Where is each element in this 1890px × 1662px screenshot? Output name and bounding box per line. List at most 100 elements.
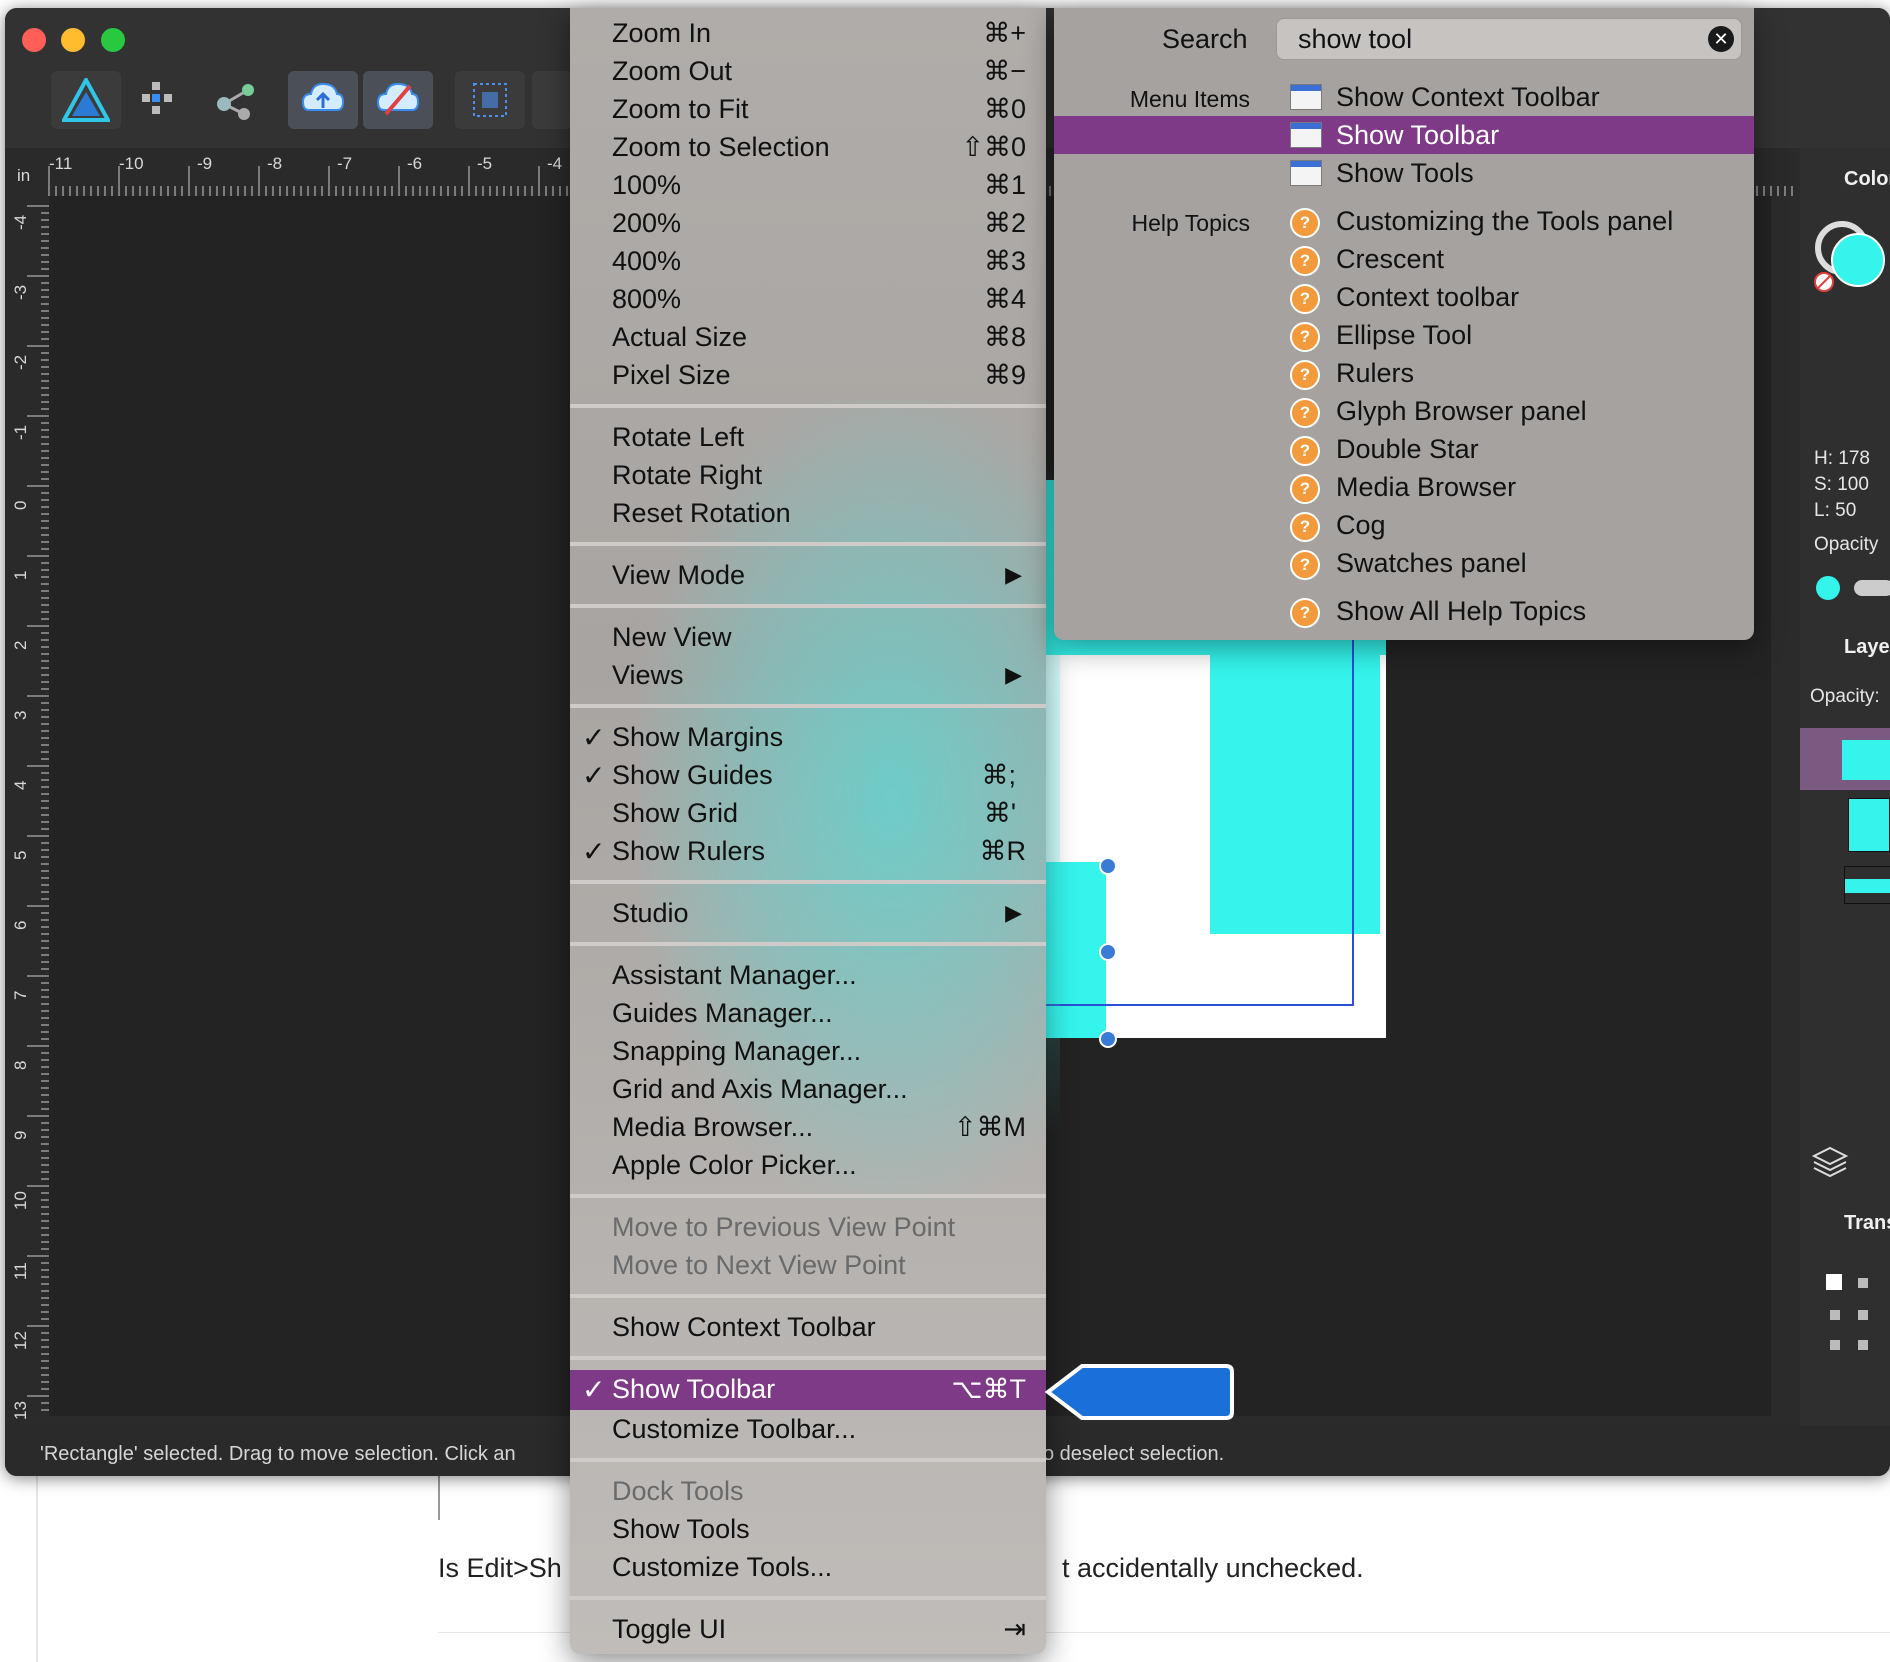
ruler-ticks-vertical: [27, 205, 49, 1411]
search-result-help-topic[interactable]: ? Ellipse Tool: [1054, 316, 1754, 354]
selection-outline: [1040, 640, 1354, 1006]
search-result-help-topic[interactable]: ? Crescent: [1054, 240, 1754, 278]
current-color-swatch[interactable]: [1816, 576, 1840, 600]
help-topic-icon: ?: [1290, 360, 1320, 390]
close-window-button[interactable]: [22, 28, 46, 52]
menu-item-dock-tools: Dock Tools: [612, 1476, 744, 1506]
show-all-help-topics[interactable]: ? Show All Help Topics: [1054, 592, 1754, 630]
cloud-sync-disabled-button[interactable]: [363, 71, 433, 129]
transform-panel-title[interactable]: Trans: [1844, 1212, 1890, 1235]
menu-item-reset-rotation[interactable]: Reset Rotation: [570, 494, 1046, 532]
opacity-slider[interactable]: [1854, 580, 1890, 596]
menu-item-guides-manager[interactable]: Guides Manager...: [570, 994, 1046, 1032]
selection-handle[interactable]: [1099, 857, 1117, 875]
menu-item-studio[interactable]: Studio ▶: [570, 894, 1046, 932]
menu-item-show-toolbar[interactable]: ✓ Show Toolbar ⌥⌘T: [570, 1370, 1046, 1410]
menu-item-media-browser[interactable]: Media Browser... ⇧⌘M: [570, 1108, 1046, 1146]
studio-panels: Color H: 178 S: 100 L: 50 Opacity Layer …: [1800, 148, 1890, 1428]
menu-separator: [570, 1596, 1046, 1600]
ruler-tick-label: -4: [547, 154, 563, 173]
help-topic-icon: ?: [1290, 208, 1320, 238]
search-result-help-topic[interactable]: ? Double Star: [1054, 430, 1754, 468]
menu-item-apple-color-picker[interactable]: Apple Color Picker...: [570, 1146, 1046, 1184]
menu-item-actual-size[interactable]: Actual Size ⌘8: [570, 318, 1046, 356]
menu-item-show-tools[interactable]: Show Tools: [570, 1510, 1046, 1548]
menu-item-show-context-toolbar[interactable]: Show Context Toolbar: [570, 1308, 1046, 1346]
snapping-button[interactable]: [455, 71, 525, 129]
help-search-query: show tool: [1298, 24, 1413, 54]
search-result-menu-item[interactable]: Show Context Toolbar: [1054, 78, 1754, 116]
search-result-help-topic[interactable]: ? Swatches panel: [1054, 544, 1754, 582]
menu-item-views[interactable]: Views ▶: [570, 656, 1046, 694]
menu-item-zoom-400[interactable]: 400% ⌘3: [570, 242, 1046, 280]
layers-stack-icon[interactable]: [1810, 1144, 1850, 1180]
selection-handle[interactable]: [1099, 943, 1117, 961]
export-persona-button[interactable]: [201, 71, 271, 129]
ruler-tick-label: -8: [267, 154, 283, 173]
menu-separator: [570, 1294, 1046, 1298]
menu-item-rotate-left[interactable]: Rotate Left: [570, 418, 1046, 456]
status-message: 'Rectangle' selected. Drag to move selec…: [40, 1443, 516, 1465]
anchor-grid-icon[interactable]: [1826, 1274, 1886, 1364]
minimize-window-button[interactable]: [61, 28, 85, 52]
search-result-help-topic[interactable]: ? Rulers: [1054, 354, 1754, 392]
hue-value: H: 178: [1814, 448, 1870, 469]
menu-item-show-rulers[interactable]: ✓ Show Rulers ⌘R: [570, 832, 1046, 870]
menu-item-grid-axis-manager[interactable]: Grid and Axis Manager...: [570, 1070, 1046, 1108]
clear-search-icon[interactable]: ✕: [1708, 26, 1734, 52]
layers-panel-title[interactable]: Layer: [1844, 636, 1890, 659]
menu-item-customize-tools[interactable]: Customize Tools...: [570, 1548, 1046, 1586]
menu-item-zoom-to-selection[interactable]: Zoom to Selection ⇧⌘0: [570, 128, 1046, 166]
menu-item-zoom-in[interactable]: Zoom In ⌘+: [570, 14, 1046, 52]
menu-item-toggle-ui[interactable]: Toggle UI ⇥: [570, 1610, 1046, 1648]
selection-handle[interactable]: [1099, 1030, 1117, 1048]
ruler-tick-label: -5: [477, 154, 493, 173]
search-result-help-topic[interactable]: ? Cog: [1054, 506, 1754, 544]
menu-item-zoom-800[interactable]: 800% ⌘4: [570, 280, 1046, 318]
menu-item-next-view-point: Move to Next View Point: [612, 1250, 906, 1280]
menu-item-rotate-right[interactable]: Rotate Right: [570, 456, 1046, 494]
ruler-tick-label: 7: [11, 990, 30, 1000]
search-result-help-topic[interactable]: ? Customizing the Tools panel: [1054, 202, 1754, 240]
search-result-menu-item[interactable]: Show Toolbar: [1054, 116, 1754, 154]
menu-item-assistant-manager[interactable]: Assistant Manager...: [570, 956, 1046, 994]
search-result-help-topic[interactable]: ? Glyph Browser panel: [1054, 392, 1754, 430]
pixel-persona-icon: [142, 82, 172, 114]
menu-separator: [570, 942, 1046, 946]
menu-item-zoom-200[interactable]: 200% ⌘2: [570, 204, 1046, 242]
menu-item-customize-toolbar[interactable]: Customize Toolbar...: [570, 1410, 1046, 1448]
menu-item-show-guides[interactable]: ✓ Show Guides ⌘;: [570, 756, 1046, 794]
ruler-tick-label: 3: [11, 710, 30, 720]
help-search-label: Search: [1162, 24, 1248, 54]
menu-item-snapping-manager[interactable]: Snapping Manager...: [570, 1032, 1046, 1070]
toolbar-button-partial[interactable]: [532, 71, 572, 129]
menu-separator: [570, 604, 1046, 608]
menu-item-pixel-size[interactable]: Pixel Size ⌘9: [570, 356, 1046, 394]
cloud-upload-button[interactable]: [288, 71, 358, 129]
ruler-tick-label: -4: [11, 214, 30, 230]
submenu-arrow-icon: ▶: [1005, 900, 1022, 925]
menu-item-zoom-100[interactable]: 100% ⌘1: [570, 166, 1046, 204]
menu-item-new-view[interactable]: New View: [570, 618, 1046, 656]
menu-item-view-mode[interactable]: View Mode ▶: [570, 556, 1046, 594]
maximize-window-button[interactable]: [101, 28, 125, 52]
color-panel-title[interactable]: Color: [1844, 168, 1890, 191]
layer-row-selected[interactable]: [1800, 728, 1890, 790]
menu-item-show-margins[interactable]: ✓ Show Margins: [570, 718, 1046, 756]
search-result-menu-item[interactable]: Show Tools: [1054, 154, 1754, 192]
search-result-help-topic[interactable]: ? Context toolbar: [1054, 278, 1754, 316]
designer-persona-button[interactable]: [51, 71, 121, 129]
ruler-tick-label: 13: [11, 1401, 30, 1420]
color-wheel-icon[interactable]: [1812, 214, 1890, 294]
layer-row[interactable]: [1800, 792, 1890, 854]
checkmark-icon: ✓: [582, 722, 606, 753]
layer-row[interactable]: [1800, 856, 1890, 918]
layer-thumbnail: [1844, 866, 1890, 904]
menu-item-show-grid[interactable]: Show Grid ⌘': [570, 794, 1046, 832]
pixel-persona-button[interactable]: [125, 71, 195, 129]
menu-separator: [570, 542, 1046, 546]
forum-post-text-end: t accidentally unchecked.: [1062, 1553, 1364, 1583]
menu-item-zoom-to-fit[interactable]: Zoom to Fit ⌘0: [570, 90, 1046, 128]
menu-item-zoom-out[interactable]: Zoom Out ⌘−: [570, 52, 1046, 90]
search-result-help-topic[interactable]: ? Media Browser: [1054, 468, 1754, 506]
